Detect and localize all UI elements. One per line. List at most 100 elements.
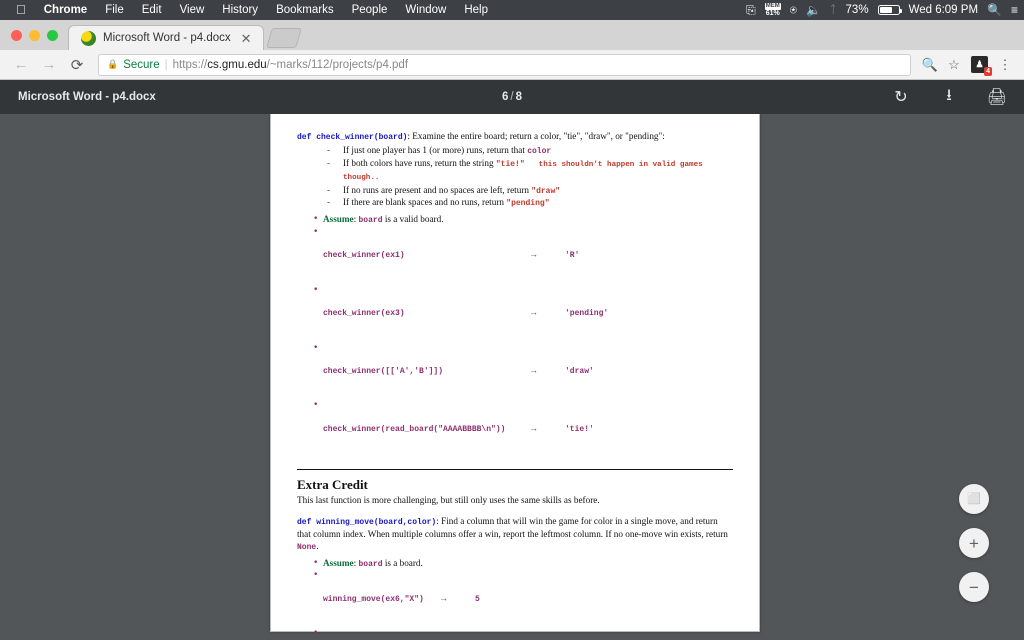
chrome-menu-icon[interactable]: ⋮ — [994, 54, 1016, 76]
example-call: winning_move(ex6,"X") — [323, 594, 424, 604]
volume-icon[interactable]: 🔈 — [806, 3, 821, 17]
pdf-current-page: 6 — [501, 91, 509, 103]
menu-item-chrome[interactable]: Chrome — [35, 0, 96, 20]
browser-tab-title: Microsoft Word - p4.docx — [103, 32, 231, 44]
browser-tab[interactable]: Microsoft Word - p4.docx ✕ — [68, 25, 264, 50]
rotate-icon[interactable]: ↻ — [892, 88, 910, 106]
assume-code: board — [358, 559, 383, 569]
spotlight-search-icon[interactable]: 🔍 — [987, 3, 1002, 17]
chrome-tab-strip: Microsoft Word - p4.docx ✕ — [0, 20, 1024, 50]
assume-item: Assume: board is a board. — [297, 558, 733, 571]
example-item: check_winner(ex3) → 'pending' — [297, 285, 733, 343]
check-winner-signature: check_winner(board) — [316, 133, 408, 142]
rule-4-text: If there are blank spaces and no runs, r… — [343, 197, 507, 208]
back-arrow-icon[interactable]: ← — [8, 52, 34, 78]
download-icon[interactable]: ⭳ — [940, 87, 958, 106]
assume-label: Assume — [323, 213, 354, 224]
winning-move-none-code: None — [297, 543, 317, 553]
example-arrow: → — [531, 307, 537, 318]
close-window-button[interactable] — [11, 30, 22, 41]
rule-item-1: If just one player has 1 (or more) runs,… — [297, 145, 733, 158]
new-tab-button[interactable] — [265, 28, 302, 48]
check-winner-rules-list: If just one player has 1 (or more) runs,… — [297, 145, 733, 210]
example-item: check_winner([['A','B']]) → 'draw' — [297, 343, 733, 401]
example-call: check_winner(read_board("AAAABBBB\n")) — [323, 424, 506, 434]
example-item: winning_move(ex6,"O")→1# leftmost column… — [297, 628, 733, 640]
example-call: check_winner(ex1) — [323, 250, 405, 260]
def-keyword: def — [297, 133, 317, 142]
example-arrow: → — [531, 365, 537, 376]
url-scheme: https:// — [172, 58, 208, 71]
check-winner-signature-line: def check_winner(board): Examine the ent… — [297, 130, 733, 144]
menu-item-view[interactable]: View — [171, 0, 214, 20]
star-bookmark-icon[interactable]: ☆ — [943, 54, 965, 76]
address-bar[interactable]: 🔒 Secure | https:// cs.gmu.edu /~marks/1… — [98, 53, 911, 76]
rule-1-text: If just one player has 1 (or more) runs,… — [343, 145, 528, 155]
battery-percent: 73% — [845, 4, 869, 16]
menu-bar-clock[interactable]: Wed 6:09 PM — [909, 4, 978, 16]
menu-item-help[interactable]: Help — [455, 0, 497, 20]
rule-3-text: If no runs are present and no spaces are… — [343, 184, 532, 195]
example-arrow: → — [531, 249, 537, 260]
fit-to-page-icon[interactable]: ⬜ — [959, 484, 989, 514]
check-winner-description: Examine the entire board; return a color… — [412, 131, 564, 141]
menu-item-file[interactable]: File — [96, 0, 133, 20]
extension-badge: 4 — [984, 67, 992, 76]
forward-arrow-icon[interactable]: → — [36, 52, 62, 78]
battery-icon[interactable] — [877, 5, 902, 15]
desc-sep-2: , or — [610, 131, 626, 141]
display-mirror-icon[interactable]: ⎘ — [746, 3, 756, 18]
print-icon[interactable]: 🖨 — [987, 88, 1007, 106]
extension-icon[interactable]: ♟ 4 — [971, 56, 992, 76]
page-zoom-icon[interactable]: 🔍 — [919, 54, 941, 76]
maximize-window-button[interactable] — [47, 30, 58, 41]
rule-item-3: If no runs are present and no spaces are… — [297, 185, 733, 198]
pdf-content-area[interactable]: def check_winner(board): Examine the ent… — [0, 114, 1024, 640]
menu-item-edit[interactable]: Edit — [133, 0, 171, 20]
bluetooth-icon[interactable]: ᛏ — [830, 4, 837, 16]
example-value: 'pending' — [565, 308, 609, 318]
desc-sep-3: : — [662, 131, 665, 141]
menu-bar-items:  Chrome File Edit View History Bookmark… — [8, 0, 497, 20]
winning-move-examples-list: Assume: board is a board. winning_move(e… — [297, 558, 733, 640]
reload-icon[interactable]: ⟳ — [64, 52, 90, 78]
url-path: /~marks/112/projects/p4.pdf — [266, 58, 409, 71]
example-arrow: → — [531, 423, 537, 434]
notification-center-icon[interactable]: ≡ — [1011, 3, 1018, 17]
memory-label: MEM — [764, 3, 781, 10]
close-icon[interactable]: ✕ — [238, 32, 255, 45]
rule-2-text: If both colors have runs, return the str… — [343, 157, 496, 168]
rule-1-code: color — [527, 147, 552, 156]
memory-indicator[interactable]: MEM 61% — [764, 3, 781, 17]
document-body: def check_winner(board): Examine the ent… — [271, 114, 759, 640]
example-item: check_winner(read_board("AAAABBBB\n")) → '… — [297, 400, 733, 458]
secure-label: Secure — [123, 58, 160, 71]
def-keyword: def — [297, 518, 317, 528]
zoom-in-icon[interactable]: + — [959, 528, 989, 558]
window-traffic-lights — [0, 30, 68, 50]
example-value: 'tie!' — [565, 424, 594, 434]
url-domain: cs.gmu.edu — [207, 58, 267, 71]
quoted-tie: "tie" — [563, 131, 581, 141]
quoted-pending: "pending" — [625, 131, 663, 141]
menu-item-bookmarks[interactable]: Bookmarks — [267, 0, 343, 20]
winning-move-desc-end: . — [316, 541, 319, 552]
example-call: check_winner([['A','B']]) — [323, 366, 444, 376]
minimize-window-button[interactable] — [29, 30, 40, 41]
menu-item-window[interactable]: Window — [396, 0, 455, 20]
quoted-draw: "draw" — [584, 131, 611, 141]
menu-item-history[interactable]: History — [213, 0, 267, 20]
example-call: check_winner(ex3) — [323, 308, 405, 318]
rule-3-code: "draw" — [531, 186, 561, 196]
zoom-out-icon[interactable]: − — [959, 572, 989, 602]
example-value: 'draw' — [565, 366, 594, 376]
pdf-toolbar-actions: ↻ ⭳ 🖨 — [892, 87, 1007, 107]
wifi-icon[interactable]: ⍟ — [790, 3, 797, 18]
menu-item-people[interactable]: People — [343, 0, 397, 20]
assume-text: is a board. — [382, 557, 423, 568]
assume-label: Assume — [323, 557, 354, 568]
lock-icon: 🔒 — [107, 59, 119, 69]
assume-code: board — [358, 215, 383, 225]
section-divider-top — [297, 469, 733, 471]
apple-logo-icon[interactable]:  — [8, 0, 35, 20]
